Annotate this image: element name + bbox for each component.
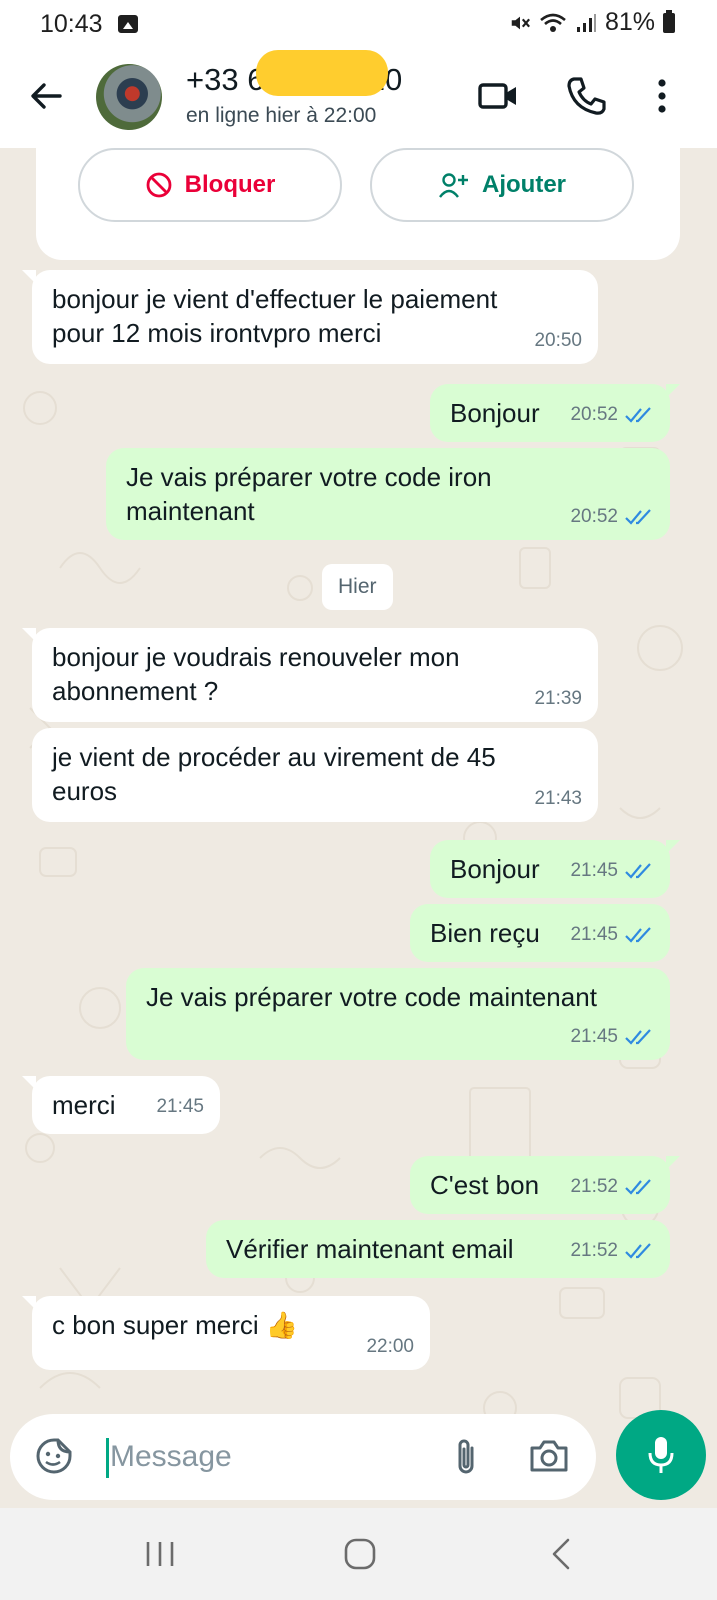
message-meta: 20:52 <box>570 500 654 534</box>
double-check-icon <box>625 863 651 879</box>
text-caret <box>106 1438 109 1478</box>
message-meta: 21:45 <box>156 1090 204 1124</box>
message-bubble-outgoing[interactable]: Bien reçu 21:45 <box>410 904 670 962</box>
paperclip-icon[interactable] <box>450 1436 482 1478</box>
message-bubble-incoming[interactable]: bonjour je voudrais renouveler mon abonn… <box>22 628 598 722</box>
message-text: c bon super merci 👍 <box>52 1310 299 1340</box>
battery-percent: 81% <box>604 8 655 36</box>
message-time: 22:00 <box>366 1336 414 1357</box>
add-contact-button[interactable]: Ajouter <box>370 148 634 222</box>
message-time: 21:39 <box>534 688 582 709</box>
contact-status: en ligne hier à 22:00 <box>186 104 377 127</box>
message-bubble-outgoing[interactable]: Je vais préparer votre code iron mainten… <box>106 448 670 540</box>
message-bubble-outgoing[interactable]: C'est bon 21:52 <box>410 1156 680 1214</box>
battery-icon <box>663 9 675 33</box>
sticker-icon[interactable] <box>34 1436 74 1476</box>
message-time: 20:52 <box>570 506 618 527</box>
image-notification-icon <box>118 15 138 33</box>
message-meta: 22:00 <box>366 1330 414 1364</box>
message-time: 21:45 <box>570 860 618 881</box>
double-check-icon <box>625 509 651 525</box>
microphone-icon <box>648 1437 674 1473</box>
double-check-icon <box>625 1179 651 1195</box>
message-time: 21:43 <box>534 788 582 809</box>
block-icon <box>146 172 172 198</box>
status-bar: 10:43 81% <box>0 0 717 48</box>
message-time: 21:52 <box>570 1176 618 1197</box>
message-meta: 21:45 <box>570 918 654 952</box>
chat-header: +33 6 ·· ·· ·5 10 en ligne hier à 22:00 <box>0 48 717 148</box>
message-text: bonjour je vient d'effectuer le paiement… <box>52 284 498 348</box>
system-nav-bar <box>0 1508 717 1600</box>
unknown-contact-card: Bloquer Ajouter <box>36 148 680 260</box>
message-text: je vient de procéder au virement de 45 e… <box>52 742 496 806</box>
message-meta: 21:45 <box>570 1020 654 1054</box>
chat-area[interactable]: Bloquer Ajouter bonjour je vient d'effec… <box>0 148 717 1508</box>
message-meta: 21:52 <box>570 1234 654 1268</box>
message-meta: 21:52 <box>570 1170 654 1204</box>
voice-message-button[interactable] <box>616 1410 706 1500</box>
block-label: Bloquer <box>184 171 276 198</box>
video-call-icon[interactable] <box>476 74 520 118</box>
message-meta: 20:52 <box>570 398 654 432</box>
message-bubble-outgoing[interactable]: Je vais préparer votre code maintenant 2… <box>126 968 670 1060</box>
message-time: 21:45 <box>570 924 618 945</box>
message-time: 21:45 <box>156 1096 204 1117</box>
block-button[interactable]: Bloquer <box>78 148 342 222</box>
message-bubble-incoming[interactable]: je vient de procéder au virement de 45 e… <box>32 728 598 822</box>
status-right: 81% <box>509 8 675 37</box>
message-time: 20:50 <box>534 330 582 351</box>
home-icon[interactable] <box>338 1534 382 1574</box>
status-time: 10:43 <box>40 10 103 38</box>
double-check-icon <box>625 927 651 943</box>
message-time: 21:52 <box>570 1240 618 1261</box>
back-nav-icon[interactable] <box>540 1534 584 1574</box>
wifi-icon <box>540 13 566 32</box>
message-text: Je vais préparer votre code maintenant <box>146 982 597 1012</box>
message-bubble-incoming[interactable]: merci 21:45 <box>22 1076 220 1134</box>
message-bubble-incoming[interactable]: c bon super merci 👍 22:00 <box>22 1296 430 1370</box>
message-text: bonjour je voudrais renouveler mon abonn… <box>52 642 460 706</box>
mute-icon <box>511 16 530 29</box>
message-meta: 21:43 <box>534 782 582 816</box>
double-check-icon <box>625 407 651 423</box>
message-bubble-incoming[interactable]: bonjour je vient d'effectuer le paiement… <box>22 270 598 364</box>
camera-icon[interactable] <box>528 1436 570 1476</box>
message-composer: Message <box>10 1414 596 1500</box>
date-divider: Hier <box>322 564 393 610</box>
message-input[interactable]: Message <box>110 1440 232 1474</box>
signal-icon <box>576 13 596 32</box>
recent-apps-icon[interactable] <box>138 1534 182 1574</box>
double-check-icon <box>625 1029 651 1045</box>
add-person-icon <box>439 173 468 198</box>
message-bubble-outgoing[interactable]: Bonjour 20:52 <box>430 384 680 442</box>
message-time: 21:45 <box>570 1026 618 1047</box>
add-contact-label: Ajouter <box>482 171 566 198</box>
message-meta: 21:45 <box>570 854 654 888</box>
message-bubble-outgoing[interactable]: Bonjour 21:45 <box>430 840 680 898</box>
message-meta: 21:39 <box>534 682 582 716</box>
phone-icon[interactable] <box>564 74 608 118</box>
more-vertical-icon[interactable] <box>640 74 684 118</box>
arrow-left-icon[interactable] <box>26 76 66 116</box>
message-meta: 20:50 <box>534 324 582 358</box>
redaction-mark <box>256 50 388 96</box>
message-bubble-outgoing[interactable]: Vérifier maintenant email 21:52 <box>206 1220 670 1278</box>
double-check-icon <box>625 1243 651 1259</box>
contact-avatar[interactable] <box>96 64 162 130</box>
message-time: 20:52 <box>570 404 618 425</box>
